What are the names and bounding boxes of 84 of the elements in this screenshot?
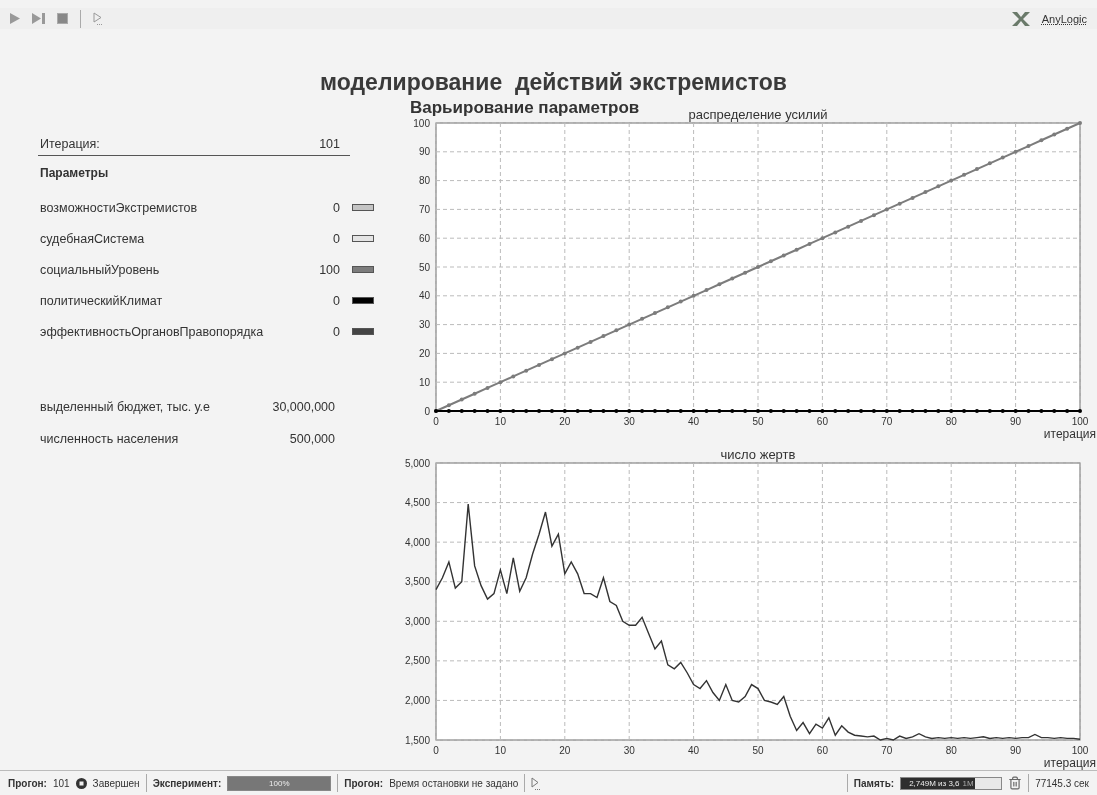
x-tick-label: 70 <box>881 416 893 428</box>
experiment-label: Эксперимент: <box>152 777 222 789</box>
x-tick-label: 0 <box>433 416 439 428</box>
y-tick-label: 90 <box>418 146 430 158</box>
x-tick-label: 100 <box>1071 745 1089 757</box>
y-tick-label: 5,000 <box>404 457 430 469</box>
x-tick-label: 20 <box>559 416 571 428</box>
y-tick-label: 2,000 <box>404 695 430 706</box>
x-tick-label: 60 <box>816 416 828 428</box>
run-state: Завершен <box>92 777 140 789</box>
x-tick-label: 10 <box>494 745 506 757</box>
total-label: численность населения <box>40 432 179 447</box>
run-label: Прогон: <box>8 777 47 789</box>
stop-icon[interactable] <box>57 13 68 25</box>
total-value: 30,000,000 <box>272 400 335 415</box>
x-tick-label: 0 <box>433 745 439 757</box>
trash-icon[interactable] <box>1008 776 1023 791</box>
iteration-label: Итерация: <box>40 137 100 152</box>
x-tick-label: 60 <box>816 745 828 757</box>
y-tick-label: 3,000 <box>404 615 430 627</box>
logo-link[interactable]: AnyLogic <box>1041 12 1087 25</box>
y-tick-label: 60 <box>418 232 430 244</box>
x-axis-label: итерация <box>1043 427 1096 442</box>
logo-icon <box>1011 11 1030 26</box>
chart-title: распределение усилий <box>688 107 828 123</box>
y-tick-label: 3,500 <box>404 576 430 588</box>
play-icon[interactable] <box>10 13 20 25</box>
y-tick-label: 4,500 <box>404 497 430 509</box>
run-count: 101 <box>52 777 70 789</box>
chart-title: число жертв <box>720 447 796 463</box>
y-tick-label: 2,500 <box>404 655 430 667</box>
memory-label: Память: <box>853 777 895 789</box>
iteration-value: 101 <box>319 137 340 152</box>
x-tick-label: 100 <box>1071 416 1089 428</box>
y-tick-label: 80 <box>418 175 430 187</box>
x-tick-label: 50 <box>752 416 764 428</box>
x-tick-label: 50 <box>752 745 764 757</box>
y-tick-label: 4,000 <box>404 536 430 548</box>
y-tick-label: 20 <box>418 347 430 359</box>
stop-label: Прогон: <box>344 777 384 789</box>
x-tick-label: 70 <box>881 745 893 757</box>
x-tick-label: 30 <box>623 745 635 757</box>
x-tick-label: 40 <box>688 416 700 428</box>
parameter-name: судебнаяСистема <box>40 231 146 246</box>
memory-rest-text: 1M <box>962 778 974 788</box>
y-tick-label: 1,500 <box>404 734 430 746</box>
x-tick-label: 10 <box>494 416 506 428</box>
parameter-value: 0 <box>333 293 340 308</box>
memory-used-text: 2,749M из 3,6 <box>909 778 960 788</box>
x-tick-label: 80 <box>945 416 957 428</box>
run-icon[interactable] <box>531 776 541 790</box>
y-tick-label: 30 <box>418 319 430 331</box>
page-subtitle: Варьирование параметров <box>410 99 640 118</box>
y-tick-label: 70 <box>418 203 430 215</box>
parameter-value: 100 <box>319 262 340 277</box>
parameter-name: социальныйУровень <box>40 262 161 277</box>
x-tick-label: 40 <box>688 745 700 757</box>
stop-time-text: Время остановки не задано <box>389 777 519 789</box>
parameters-heading: Параметры <box>40 166 110 181</box>
stop-circle-icon <box>75 777 87 789</box>
y-tick-label: 40 <box>418 290 430 302</box>
x-tick-label: 90 <box>1010 745 1022 757</box>
parameter-name: политическийКлимат <box>40 293 164 308</box>
page-title: моделирование действий экстремистов <box>319 69 788 98</box>
y-tick-label: 0 <box>424 405 430 417</box>
step-icon[interactable] <box>32 13 45 25</box>
x-tick-label: 20 <box>559 745 571 757</box>
parameter-name: возможностиЭкстремистов <box>40 200 199 215</box>
parameter-value: 0 <box>333 200 340 215</box>
x-tick-label: 30 <box>623 416 635 428</box>
parameter-name: эффективностьОргановПравопорядка <box>40 324 265 339</box>
x-tick-label: 90 <box>1010 416 1022 428</box>
y-tick-label: 100 <box>413 117 430 129</box>
run-icon[interactable] <box>93 12 103 26</box>
parameter-value: 0 <box>333 231 340 246</box>
progress-text: 100% <box>269 778 290 788</box>
total-value: 500,000 <box>289 432 335 447</box>
parameter-value: 0 <box>333 324 340 339</box>
y-tick-label: 10 <box>418 376 430 388</box>
x-axis-label: итерация <box>1043 756 1096 771</box>
total-label: выделенный бюджет, тыс. у.е <box>40 400 210 415</box>
elapsed-time: 77145.3 сек <box>1035 777 1089 789</box>
y-tick-label: 50 <box>418 261 430 273</box>
x-tick-label: 80 <box>945 745 957 757</box>
